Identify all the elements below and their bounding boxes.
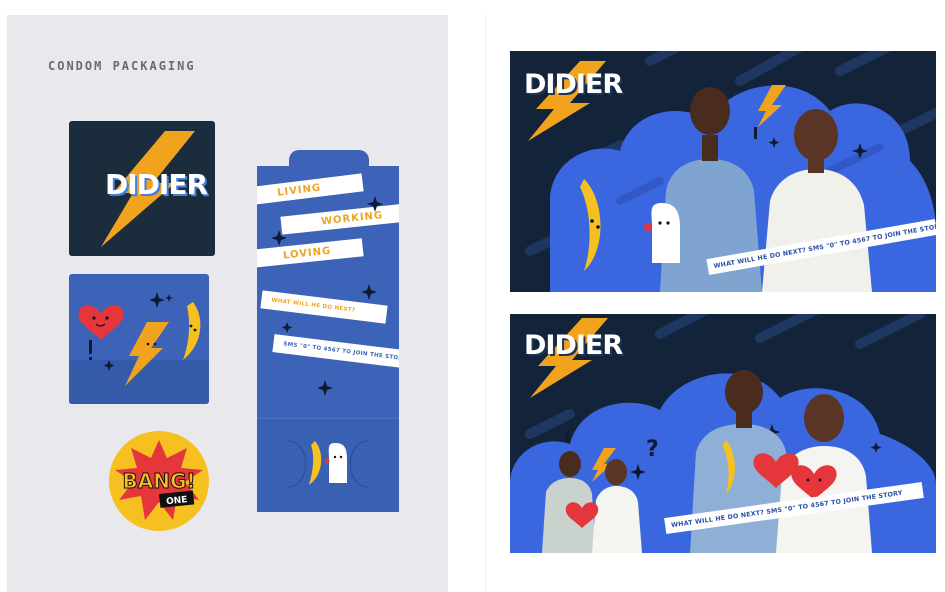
ribbon-line-1: LIVING: [257, 173, 364, 205]
ribbon-line-3: LOVING: [257, 238, 364, 268]
ribbon-sms: SMS "0" TO 4567 TO JOIN THE STORY: [272, 334, 399, 368]
banner-couple-close: DIDIER WHAT WILL HE DO NEXT? SMS "0" TO …: [510, 51, 936, 292]
lightning-bolt-icon: [125, 322, 169, 386]
heart-icon: [644, 223, 652, 231]
exclamation-icon: [566, 430, 569, 442]
ribbon-line-2: WORKING: [280, 203, 399, 235]
blue-sleeve-package: [69, 274, 209, 404]
exclamation-icon: [754, 127, 757, 139]
banner-group: ? DIDIER WHAT WILL HE DO NEXT? SMS "0" T…: [510, 314, 936, 553]
sleeve-pocket: [257, 418, 399, 512]
question-icon: ?: [646, 437, 659, 462]
bang-sticker-text: BANG!: [123, 469, 196, 493]
sleeve-brand-logo: DIDIER: [105, 168, 208, 201]
packaging-panel: CONDOM PACKAGING DIDIER BANG! ONE LIVING…: [7, 15, 448, 592]
bang-sticker: BANG! ONE: [109, 431, 209, 531]
banana-icon: [309, 441, 322, 485]
condom-icon: [651, 203, 680, 263]
banners-panel: DIDIER WHAT WILL HE DO NEXT? SMS "0" TO …: [485, 15, 945, 592]
banner-brand-logo: DIDIER: [524, 69, 623, 100]
banner-brand-logo: DIDIER: [524, 330, 623, 361]
condom-icon: [328, 443, 347, 483]
banana-icon: [183, 302, 201, 360]
sleeve-body: LIVING WORKING LOVING WHAT WILL HE DO NE…: [257, 166, 399, 512]
dark-sleeve-package: DIDIER: [69, 121, 215, 256]
heart-icon: [78, 305, 124, 340]
exclamation-icon: [89, 340, 92, 354]
packaging-section-title: CONDOM PACKAGING: [48, 59, 196, 73]
heart-icon: [324, 458, 330, 464]
ribbon-question: WHAT WILL HE DO NEXT?: [260, 290, 388, 324]
long-sleeve-package: LIVING WORKING LOVING WHAT WILL HE DO NE…: [257, 150, 399, 512]
